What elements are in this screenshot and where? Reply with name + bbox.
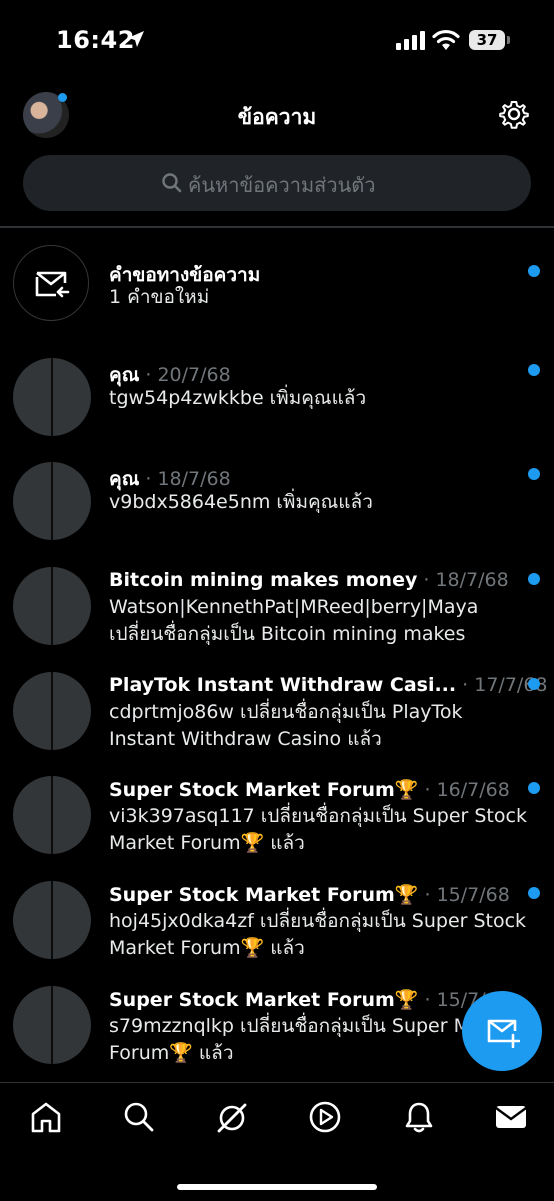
unread-dot: [528, 468, 540, 480]
mail-request-icon: [35, 271, 70, 298]
unread-dot: [528, 782, 540, 794]
notifications-icon[interactable]: [402, 1100, 436, 1134]
page-title: ข้อความ: [237, 105, 317, 129]
conversation-avatar: [13, 358, 91, 436]
conversation-name: Super Stock Market Forum🏆: [109, 779, 419, 801]
unread-dot: [528, 887, 540, 899]
conversation-date: · 18/7/68: [145, 468, 231, 490]
battery-cap: [507, 36, 510, 44]
divider: [0, 226, 554, 228]
conversation-header: Super Stock Market Forum🏆 · 16/7/68: [109, 778, 510, 801]
conversation-avatar: [13, 672, 91, 750]
home-icon[interactable]: [29, 1100, 63, 1134]
unread-dot: [528, 678, 540, 690]
conversation-preview: Watson|KennethPat|MReed|berry|Maya เปลี่…: [109, 596, 479, 645]
conversation-date: · 18/7/68: [423, 569, 509, 591]
grok-icon[interactable]: [214, 1100, 250, 1136]
conversation-preview: hoj45jx0dka4zf เปลี่ยนชื่อกลุ่มเป็น Supe…: [109, 910, 527, 959]
conversation-avatar: [13, 462, 91, 540]
unread-dot: [528, 364, 540, 376]
search-icon: [162, 173, 182, 193]
gear-icon[interactable]: [498, 98, 530, 130]
search-placeholder: ค้นหาข้อความส่วนตัว: [188, 173, 376, 197]
unread-dot: [528, 573, 540, 585]
conversation-preview: vi3k397asq117 เปลี่ยนชื่อกลุ่มเป็น Super…: [109, 805, 527, 854]
conversation-avatar: [13, 986, 91, 1064]
conversation-date: · 20/7/68: [145, 364, 231, 386]
status-time: 16:42: [56, 26, 135, 54]
conversation-header: PlayTok Instant Withdraw Casi... · 17/7/…: [109, 674, 548, 696]
conversation-header: Super Stock Market Forum🏆 · 15/7/68: [109, 883, 510, 906]
conversation-avatar: [13, 776, 91, 854]
conversation-preview: cdprtmjo86w เปลี่ยนชื่อกลุ่มเป็น PlayTok…: [109, 701, 463, 750]
conversation-date: · 16/7/68: [424, 779, 510, 801]
new-message-icon: [487, 1019, 520, 1048]
conversation-name: Super Stock Market Forum🏆: [109, 884, 419, 906]
status-bar: 16:42 37: [0, 0, 554, 84]
conversation-header: Bitcoin mining makes money · 18/7/68: [109, 569, 509, 591]
conversation-avatar: [13, 881, 91, 959]
conversation-name: คุณ: [109, 364, 140, 386]
messages-icon[interactable]: [494, 1100, 528, 1134]
conversation-header: Super Stock Market Forum🏆 · 15/7/68: [109, 988, 510, 1011]
conversation-avatar: [13, 567, 91, 645]
home-indicator: [177, 1184, 377, 1190]
conversation-date: · 15/7/68: [424, 884, 510, 906]
wifi-icon: [432, 29, 460, 50]
video-icon[interactable]: [308, 1100, 342, 1134]
location-arrow-icon: [128, 31, 144, 47]
requests-subtitle: 1 คำขอใหม่: [109, 286, 210, 308]
search-icon[interactable]: [122, 1100, 156, 1134]
conversation-name: Super Stock Market Forum🏆: [109, 989, 419, 1011]
unread-dot: [528, 265, 540, 277]
conversation-name: PlayTok Instant Withdraw Casi...: [109, 674, 457, 696]
conversation-name: Bitcoin mining makes money: [109, 569, 418, 591]
cellular-signal-icon: [396, 31, 425, 50]
conversation-preview: tgw54p4zwkkbe เพิ่มคุณแล้ว: [109, 387, 367, 409]
conversation-preview: v9bdx5864e5nm เพิ่มคุณแล้ว: [109, 491, 373, 513]
battery-indicator: 37: [469, 30, 505, 50]
conversation-name: คุณ: [109, 468, 140, 490]
